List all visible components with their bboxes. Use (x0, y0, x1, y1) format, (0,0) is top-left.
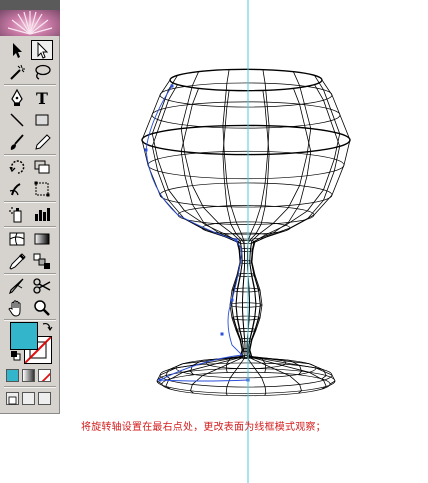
free-transform-icon (34, 181, 50, 197)
scale-icon (34, 160, 50, 174)
zoom-icon (34, 300, 50, 316)
tools-panel: T (0, 0, 60, 414)
hand-tool[interactable] (6, 298, 28, 318)
eyedropper-icon (9, 253, 26, 270)
screen-mode-icon (8, 396, 17, 405)
separator (4, 273, 56, 275)
anchor-point[interactable] (230, 298, 234, 302)
selection-tool[interactable] (6, 40, 28, 60)
mesh-tool[interactable] (6, 229, 28, 249)
slice-icon (8, 278, 24, 295)
separator (4, 84, 56, 86)
gradient-mode-button[interactable] (22, 369, 35, 382)
svg-text:T: T (36, 89, 48, 108)
lasso-icon (35, 64, 51, 80)
full-screen-mode-button[interactable] (38, 392, 51, 405)
wireframe-ring (159, 182, 333, 208)
wireframe-ring (231, 315, 261, 321)
anchor-point[interactable] (234, 238, 238, 242)
wireframe-ring (169, 68, 323, 92)
type-icon: T (36, 89, 48, 108)
lasso-tool[interactable] (31, 62, 53, 82)
wine-glass-wireframe (141, 68, 351, 397)
app-logo[interactable] (0, 10, 60, 36)
instruction-caption: 将旋转轴设置在最右点处，更改表面为线框模式观察； (81, 422, 326, 433)
scissors-tool[interactable] (31, 276, 53, 296)
none-slash-icon (41, 372, 50, 381)
anchor-point[interactable] (170, 84, 174, 88)
type-tool[interactable]: T (31, 88, 53, 108)
gradient-tool[interactable] (31, 229, 53, 249)
brush-icon (10, 134, 24, 150)
swap-fill-stroke-icon[interactable] (40, 320, 54, 334)
mesh-icon (9, 232, 25, 246)
standard-screen-mode-button[interactable] (6, 392, 19, 405)
fill-swatch[interactable] (10, 322, 38, 350)
line-segment-tool[interactable] (6, 110, 28, 130)
wireframe-ring (231, 287, 261, 293)
default-fill-stroke-icon[interactable] (10, 350, 22, 362)
anchor-point[interactable] (144, 148, 148, 152)
column-graph-tool[interactable] (31, 204, 53, 224)
full-screen-menu-mode-button[interactable] (22, 392, 35, 405)
wireframe-ring (151, 101, 341, 129)
line-icon (10, 113, 24, 127)
scissors-icon (33, 278, 51, 294)
zoom-tool[interactable] (31, 298, 53, 318)
none-mode-button[interactable] (38, 369, 51, 382)
wireframe-ring (141, 124, 351, 156)
direct-selection-tool[interactable] (31, 40, 53, 60)
rectangle-tool[interactable] (31, 110, 53, 130)
eyedropper-tool[interactable] (6, 251, 28, 271)
scale-tool[interactable] (31, 157, 53, 177)
blend-icon (33, 253, 50, 269)
separator (4, 154, 56, 156)
pencil-icon (35, 134, 51, 150)
rotate-tool[interactable] (6, 157, 28, 177)
wireframe-meridian (249, 75, 341, 380)
warp-icon (9, 183, 21, 196)
anchor-point[interactable] (220, 332, 224, 336)
white-arrow-icon (37, 41, 49, 59)
pencil-tool[interactable] (31, 132, 53, 152)
hand-icon (8, 300, 21, 317)
wireframe-ring (229, 302, 263, 308)
warp-tool[interactable] (6, 179, 28, 199)
pen-tool[interactable] (6, 88, 28, 108)
panel-title-bar[interactable] (0, 0, 60, 10)
magic-wand-icon (10, 64, 25, 80)
magic-wand-tool[interactable] (6, 62, 28, 82)
graph-icon (35, 208, 50, 221)
gradient-icon (34, 233, 50, 245)
free-transform-tool[interactable] (31, 179, 53, 199)
wireframe-ring (159, 82, 333, 108)
paintbrush-tool[interactable] (6, 132, 28, 152)
separator (4, 386, 56, 388)
artboard-canvas[interactable] (60, 0, 428, 483)
pen-icon (11, 88, 23, 106)
color-mode-button[interactable] (6, 369, 19, 382)
wireframe-ring (147, 150, 345, 180)
rotate-icon (9, 160, 25, 174)
symbol-sprayer-tool[interactable] (6, 204, 28, 224)
separator (4, 201, 56, 203)
wireframe-ring (175, 357, 317, 379)
rectangle-icon (35, 114, 49, 126)
spray-icon (9, 207, 22, 223)
slice-tool[interactable] (6, 276, 28, 296)
anchor-point[interactable] (158, 378, 162, 382)
black-arrow-icon (13, 43, 22, 58)
blend-tool[interactable] (31, 251, 53, 271)
separator (4, 226, 56, 228)
